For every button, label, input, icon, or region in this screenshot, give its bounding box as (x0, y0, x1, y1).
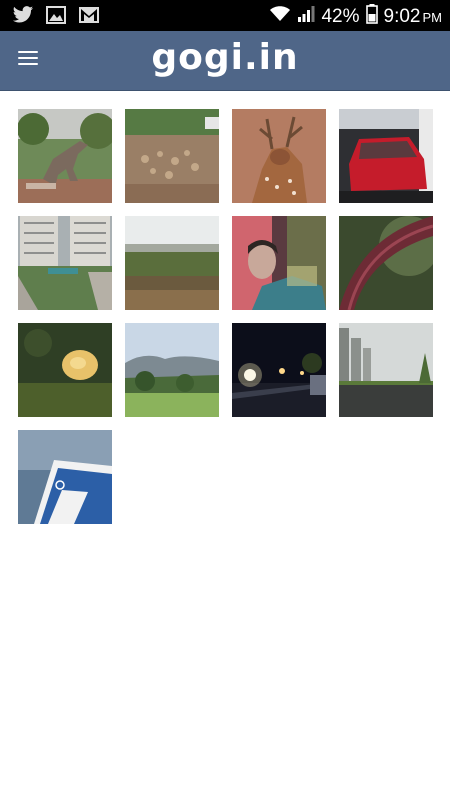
clock: 9:02 PM (384, 6, 442, 28)
photo-thumbnail-skip-card[interactable] (18, 430, 112, 524)
system-status: 42% 9:02 PM (269, 4, 442, 29)
photo-thumbnail-hills[interactable] (125, 323, 219, 417)
photo-thumbnail-misty-field[interactable] (125, 216, 219, 310)
battery-icon (365, 4, 378, 29)
photo-thumbnail-towers-road[interactable] (339, 323, 433, 417)
photo-thumbnail-dinosaur[interactable] (18, 109, 112, 203)
signal-icon (297, 6, 315, 27)
clock-time: 9:02 (383, 5, 421, 27)
photo-thumbnail-night-street[interactable] (232, 323, 326, 417)
photo-thumbnail-deer-herd[interactable] (125, 109, 219, 203)
photo-thumbnail-yellow-flower[interactable] (18, 323, 112, 417)
app-title: gogi.in (151, 37, 299, 78)
clock-ampm: PM (422, 9, 443, 25)
battery-percent: 42% (321, 5, 360, 27)
photo-thumbnail-spotted-deer[interactable] (232, 109, 326, 203)
status-bar: 42% 9:02 PM (0, 0, 450, 31)
photo-thumbnail-leaf[interactable] (339, 216, 433, 310)
app-bar: gogi.in (0, 31, 450, 91)
wifi-icon (269, 5, 291, 28)
notification-icons (12, 5, 100, 30)
photo-thumbnail-portrait[interactable] (232, 216, 326, 310)
photo-thumbnail-apartments[interactable] (18, 216, 112, 310)
twitter-icon (12, 5, 34, 30)
gallery-icon (46, 6, 66, 29)
photo-thumbnail-red-car[interactable] (339, 109, 433, 203)
gmail-icon (78, 6, 100, 29)
photo-grid (18, 109, 433, 524)
